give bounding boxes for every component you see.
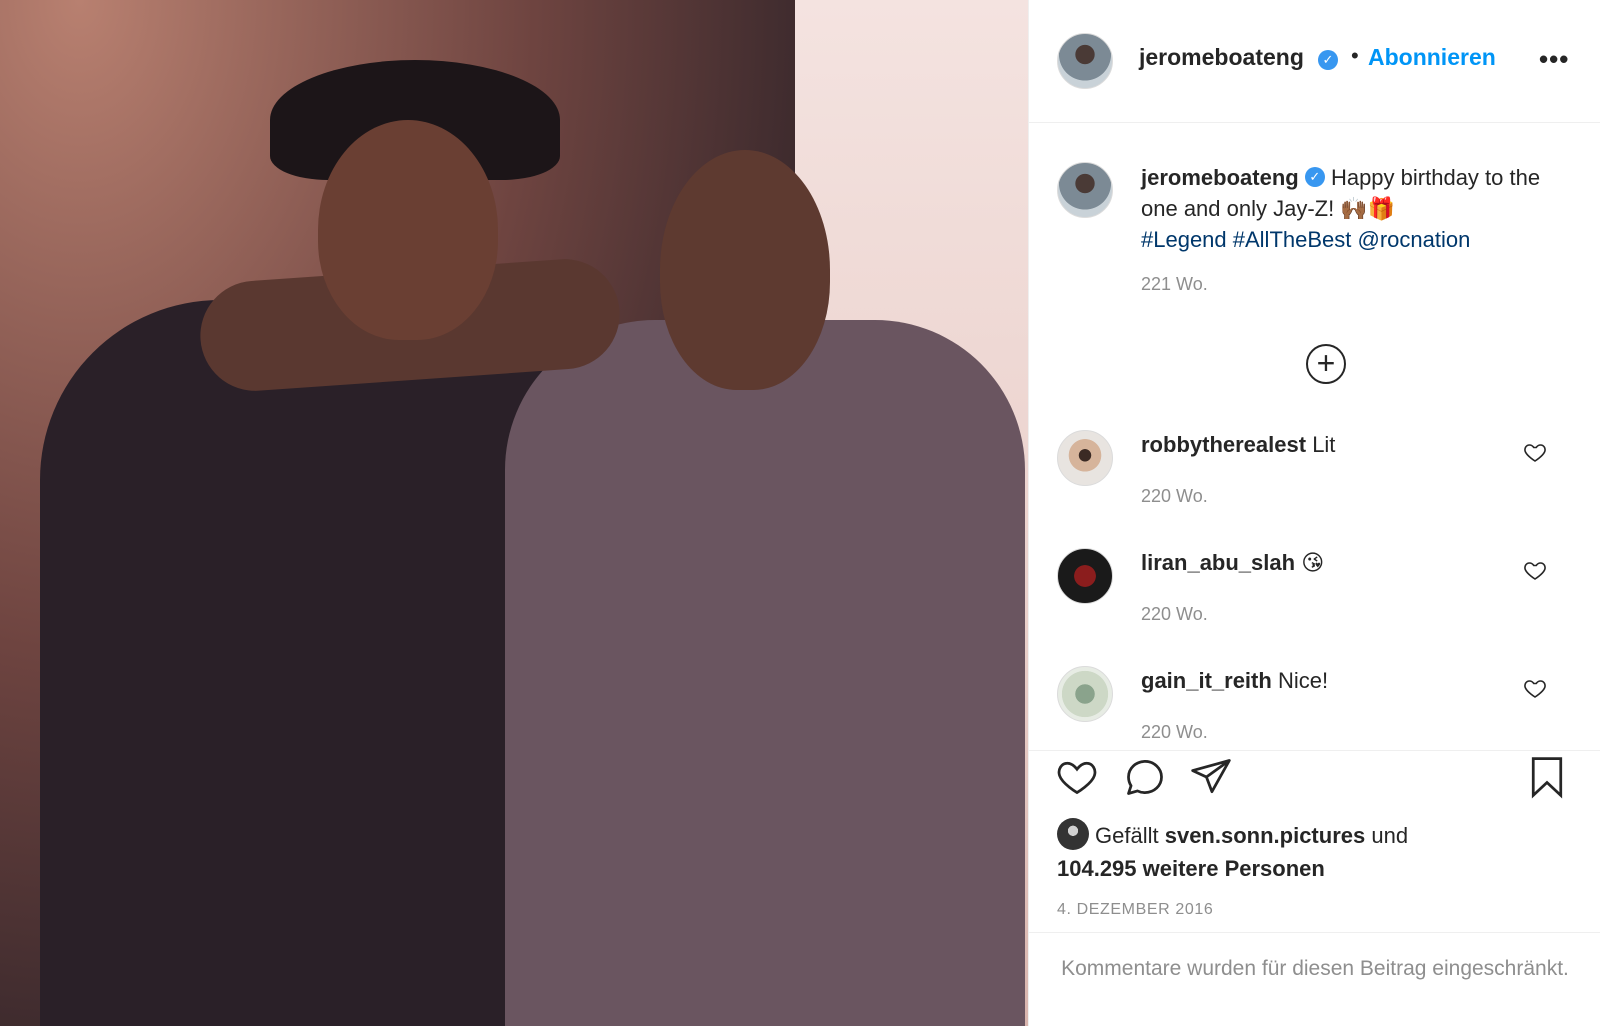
comment-timestamp[interactable]: 220 Wo. bbox=[1141, 486, 1208, 507]
photo-person-right-body bbox=[505, 320, 1025, 1026]
liker-avatar[interactable] bbox=[1057, 818, 1089, 851]
caption-timestamp[interactable]: 221 Wo. bbox=[1141, 274, 1208, 295]
commenter-username[interactable]: gain_it_reith bbox=[1141, 668, 1272, 693]
comment-like-heart-icon[interactable] bbox=[1523, 440, 1547, 464]
caption-author-avatar[interactable] bbox=[1057, 162, 1113, 218]
post-date[interactable]: 4. DEZEMBER 2016 bbox=[1057, 901, 1213, 919]
caption-hashtags[interactable]: #Legend #AllTheBest @rocnation bbox=[1141, 227, 1470, 252]
photo-person-left-head bbox=[318, 120, 498, 340]
follow-button[interactable]: Abonnieren bbox=[1368, 44, 1496, 71]
post-header: jeromeboateng ✓ • Abonnieren ••• bbox=[1029, 0, 1600, 123]
caption-username[interactable]: jeromeboateng bbox=[1141, 165, 1299, 190]
header-separator: • bbox=[1351, 43, 1359, 68]
comment-item: liran_abu_slah 😘 220 Wo. bbox=[1029, 548, 1600, 666]
likes-summary: Gefällt sven.sonn.pictures und 104.295 w… bbox=[1057, 818, 1409, 884]
verified-badge-icon: ✓ bbox=[1304, 167, 1325, 188]
comment-like-heart-icon[interactable] bbox=[1523, 558, 1547, 582]
comment-text: robbytherealest Lit bbox=[1141, 432, 1335, 458]
commenter-avatar[interactable] bbox=[1057, 548, 1113, 604]
comment-text: gain_it_reith Nice! bbox=[1141, 668, 1328, 694]
comment-body: Nice! bbox=[1277, 668, 1329, 693]
author-avatar[interactable] bbox=[1057, 33, 1113, 89]
save-bookmark-icon[interactable] bbox=[1525, 755, 1569, 799]
author-username[interactable]: jeromeboateng bbox=[1139, 44, 1304, 71]
likes-conjunction: und bbox=[1371, 823, 1409, 848]
commenter-avatar[interactable] bbox=[1057, 666, 1113, 722]
more-options-icon[interactable]: ••• bbox=[1539, 44, 1569, 75]
like-heart-icon[interactable] bbox=[1055, 755, 1099, 799]
commenter-avatar[interactable] bbox=[1057, 430, 1113, 486]
likes-count[interactable]: 104.295 weitere Personen bbox=[1057, 856, 1325, 881]
load-more-comments-icon[interactable]: + bbox=[1306, 344, 1346, 384]
comments-restricted-notice: Kommentare wurden für diesen Beitrag ein… bbox=[1029, 932, 1600, 1026]
post-sidebar: jeromeboateng ✓ • Abonnieren ••• jeromeb… bbox=[1028, 0, 1600, 1026]
caption-text: jeromeboateng ✓ Happy birthday to the on… bbox=[1141, 162, 1571, 255]
comments-list[interactable]: jeromeboateng ✓ Happy birthday to the on… bbox=[1029, 124, 1600, 750]
photo-person-right-head bbox=[660, 150, 830, 390]
commenter-username[interactable]: liran_abu_slah bbox=[1141, 550, 1295, 575]
comment-timestamp[interactable]: 220 Wo. bbox=[1141, 722, 1208, 743]
share-paper-plane-icon[interactable] bbox=[1189, 755, 1233, 799]
post-photo[interactable] bbox=[0, 0, 1028, 1026]
comment-timestamp[interactable]: 220 Wo. bbox=[1141, 604, 1208, 625]
comment-body: 😘 bbox=[1301, 550, 1325, 575]
comment-text: liran_abu_slah 😘 bbox=[1141, 550, 1324, 576]
verified-badge-icon: ✓ bbox=[1318, 50, 1338, 70]
comment-body: Lit bbox=[1312, 432, 1336, 457]
comment-like-heart-icon[interactable] bbox=[1523, 676, 1547, 700]
commenter-username[interactable]: robbytherealest bbox=[1141, 432, 1306, 457]
liker-username[interactable]: sven.sonn.pictures bbox=[1165, 823, 1366, 848]
comment-item: robbytherealest Lit 220 Wo. bbox=[1029, 430, 1600, 548]
likes-prefix: Gefällt bbox=[1095, 823, 1159, 848]
comment-bubble-icon[interactable] bbox=[1123, 755, 1167, 799]
comment-item: gain_it_reith Nice! 220 Wo. bbox=[1029, 666, 1600, 750]
